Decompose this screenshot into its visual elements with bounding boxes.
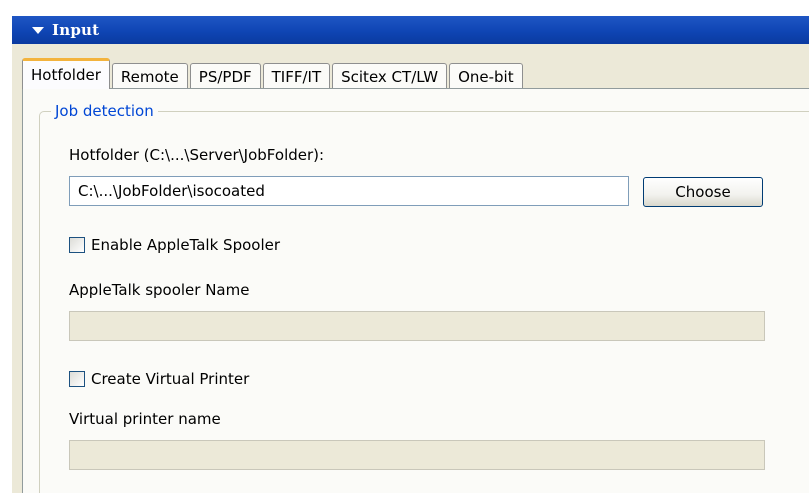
input-panel-body: Hotfolder Remote PS/PDF TIFF/IT Scitex C… xyxy=(12,44,809,493)
hotfolder-tab-content: Job detection Hotfolder (C:\...\Server\J… xyxy=(22,88,809,493)
appletalk-name-label: AppleTalk spooler Name xyxy=(69,281,250,299)
tab-ps-pdf[interactable]: PS/PDF xyxy=(189,63,261,89)
choose-button[interactable]: Choose xyxy=(643,177,763,207)
virtual-printer-name-label: Virtual printer name xyxy=(69,410,221,428)
tab-one-bit[interactable]: One-bit xyxy=(449,63,523,89)
enable-appletalk-row[interactable]: Enable AppleTalk Spooler xyxy=(69,235,280,255)
virtual-printer-name-field[interactable] xyxy=(69,440,765,470)
enable-appletalk-checkbox[interactable] xyxy=(69,237,85,253)
create-virtual-printer-label: Create Virtual Printer xyxy=(91,370,250,388)
appletalk-name-field[interactable] xyxy=(69,311,765,341)
tab-hotfolder[interactable]: Hotfolder xyxy=(22,58,110,89)
hotfolder-path-field[interactable]: C:\...\JobFolder\isocoated xyxy=(69,176,629,206)
collapse-triangle-icon[interactable] xyxy=(32,26,44,34)
create-virtual-printer-row[interactable]: Create Virtual Printer xyxy=(69,369,249,389)
tab-tiff-it[interactable]: TIFF/IT xyxy=(262,63,331,89)
hotfolder-path-label: Hotfolder (C:\...\Server\JobFolder): xyxy=(69,146,325,164)
tab-strip: Hotfolder Remote PS/PDF TIFF/IT Scitex C… xyxy=(22,58,525,89)
tab-remote[interactable]: Remote xyxy=(111,63,188,89)
enable-appletalk-label: Enable AppleTalk Spooler xyxy=(91,236,281,254)
create-virtual-printer-checkbox[interactable] xyxy=(69,371,85,387)
job-detection-legend: Job detection xyxy=(51,101,158,121)
panel-title: Input xyxy=(52,21,100,39)
tab-scitex-ct-lw[interactable]: Scitex CT/LW xyxy=(332,63,448,89)
input-panel-header[interactable]: Input xyxy=(12,16,809,44)
input-window: Input Hotfolder Remote PS/PDF TIFF/IT Sc… xyxy=(0,0,809,493)
job-detection-group xyxy=(39,111,809,493)
